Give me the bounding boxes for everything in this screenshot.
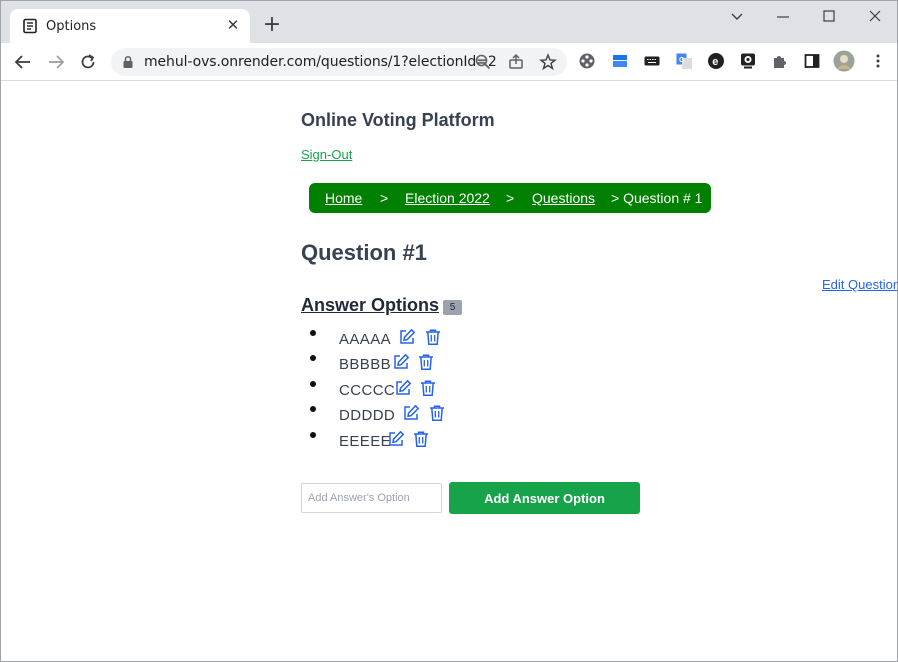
list-item: EEEEE [301,430,436,452]
breadcrumb-current: > Question # 1 [611,190,703,206]
kebab-menu-icon[interactable] [869,52,887,70]
trash-icon[interactable] [419,379,437,397]
tab-title: Options [46,19,97,34]
svg-text:e: e [712,56,718,68]
trash-icon[interactable] [412,430,430,448]
bullet [310,406,316,412]
option-label: CCCCC [339,382,396,399]
back-arrow-icon[interactable] [13,52,33,72]
add-answer-option-button[interactable]: Add Answer Option [449,482,640,514]
browser-window: Options ✕ + mehul-ovs.onrender.com/quest… [0,0,898,662]
translate-icon[interactable]: G [675,52,693,70]
browser-tab[interactable]: Options ✕ [10,9,250,43]
breadcrumb: Home > Election 2022 > Questions > Quest… [309,183,711,213]
breadcrumb-separator: > [506,190,515,206]
e-icon[interactable]: e [707,52,725,70]
tab-search-icon[interactable] [726,7,748,27]
sign-out-link[interactable]: Sign-Out [301,147,352,162]
edit-icon[interactable] [398,328,416,346]
film-reel-icon[interactable] [578,52,596,70]
storage-icon[interactable] [611,52,629,70]
answer-options-heading: Answer Options [301,295,440,315]
keyboard-icon[interactable] [643,52,661,70]
edit-icon[interactable] [402,404,420,422]
document-icon [23,18,37,34]
list-item: AAAAA [301,328,446,350]
edit-icon[interactable] [394,379,412,397]
breadcrumb-questions[interactable]: Questions [532,190,595,206]
reload-icon[interactable] [78,52,98,72]
page-content: Online Voting Platform Sign-Out Home > E… [1,82,897,661]
edit-icon[interactable] [392,353,410,371]
lock-icon[interactable] [121,55,135,69]
breadcrumb-election[interactable]: Election 2022 [405,190,490,206]
breadcrumb-separator: > [380,190,389,206]
sidepanel-icon[interactable] [803,52,821,70]
webcam-icon[interactable] [739,52,757,70]
trash-icon[interactable] [428,404,446,422]
share-icon[interactable] [507,53,525,71]
puzzle-icon[interactable] [771,52,789,70]
answer-option-input[interactable] [301,483,442,513]
list-item: CCCCC [301,379,441,401]
bullet [310,432,316,438]
browser-toolbar: mehul-ovs.onrender.com/questions/1?elect… [1,43,897,81]
bullet [310,381,316,387]
page-title: Question #1 [301,240,427,265]
svg-text:G: G [679,57,685,64]
star-icon[interactable] [539,53,557,71]
breadcrumb-home[interactable]: Home [325,190,362,206]
new-tab-button[interactable]: + [262,14,282,36]
site-title: Online Voting Platform [301,110,495,130]
answer-count-badge: 5 [443,300,462,315]
list-item: DDDDD [301,404,447,426]
close-window-icon[interactable] [864,7,886,27]
edit-icon[interactable] [387,430,405,448]
forward-arrow-icon[interactable] [46,52,66,72]
bullet [310,330,316,336]
url-text: mehul-ovs.onrender.com/questions/1?elect… [144,54,497,70]
minimize-icon[interactable] [772,7,794,27]
option-label: EEEEE [339,433,392,450]
zoom-icon[interactable] [474,53,492,71]
list-item: BBBBB [301,353,441,375]
close-tab-icon[interactable]: ✕ [224,17,242,35]
option-label: AAAAA [339,331,392,348]
title-bar: Options ✕ + [1,1,897,43]
trash-icon[interactable] [417,353,435,371]
maximize-icon[interactable] [818,7,840,27]
address-bar[interactable]: mehul-ovs.onrender.com/questions/1?elect… [111,48,567,76]
profile-avatar[interactable] [833,50,855,72]
trash-icon[interactable] [424,328,442,346]
option-label: DDDDD [339,407,396,424]
bullet [310,355,316,361]
option-label: BBBBB [339,356,392,373]
edit-question-link[interactable]: Edit Question [822,277,897,292]
